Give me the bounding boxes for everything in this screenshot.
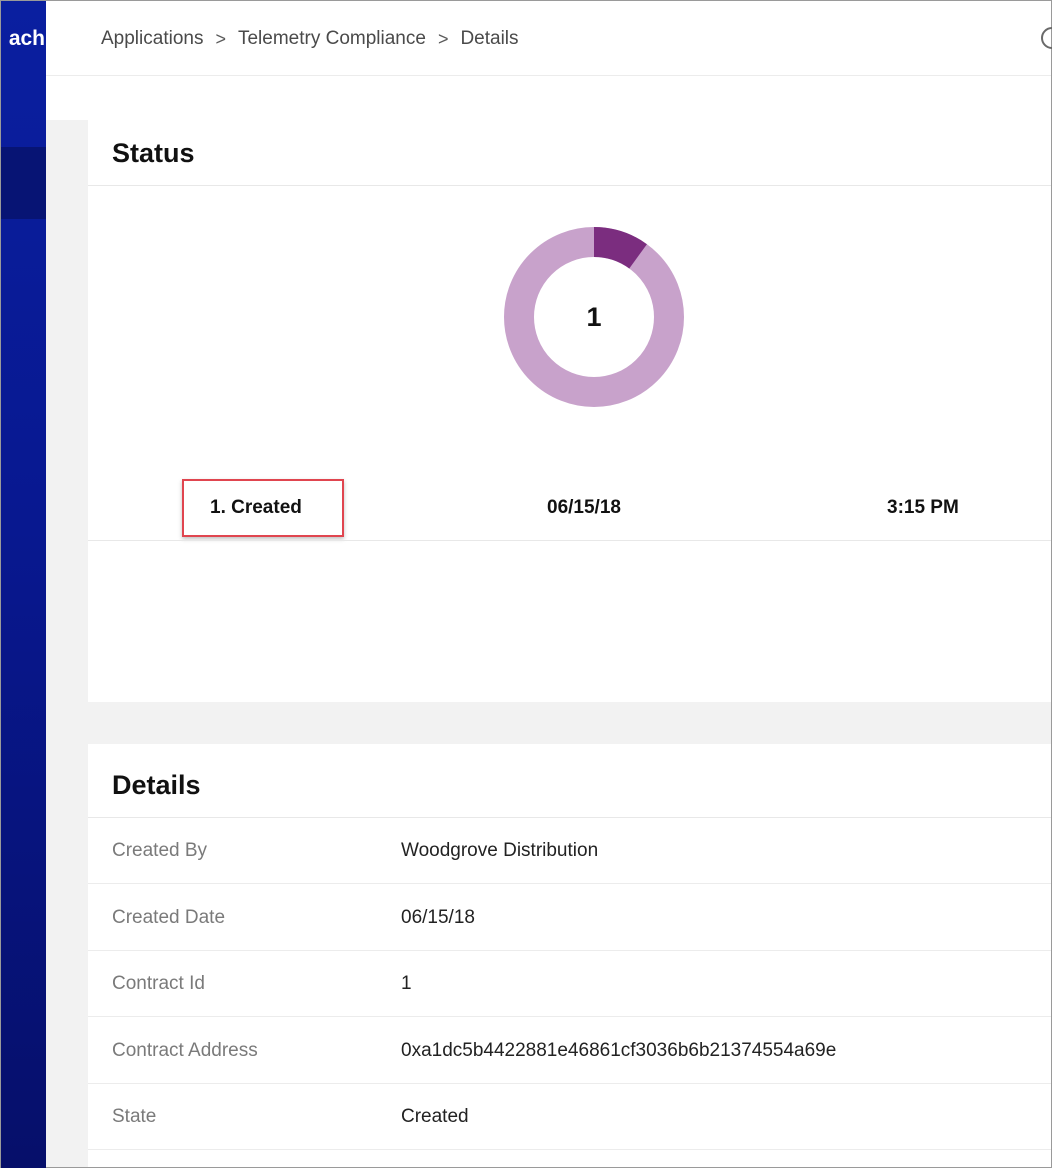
- detail-value: Woodgrove Distribution: [401, 840, 599, 861]
- detail-row-created-by: Created By Woodgrove Distribution: [88, 818, 1051, 884]
- divider: [88, 185, 1051, 186]
- detail-label: Contract Id: [112, 973, 205, 994]
- section-separator: [46, 702, 1051, 744]
- detail-value: Created: [401, 1106, 469, 1127]
- circle-icon[interactable]: [1041, 27, 1052, 49]
- sidebar-item-active[interactable]: [1, 147, 46, 219]
- state-time: 3:15 PM: [887, 497, 959, 518]
- side-navigation: ach: [1, 1, 46, 1168]
- detail-row-contract-address: Contract Address 0xa1dc5b4422881e46861cf…: [88, 1018, 1051, 1084]
- details-card: Details Created By Woodgrove Distributio…: [88, 744, 1051, 1167]
- app-brand[interactable]: ach: [1, 27, 45, 51]
- details-title: Details: [112, 770, 201, 800]
- detail-value: 0xa1dc5b4422881e46861cf3036b6b21374554a6…: [401, 1040, 837, 1061]
- state-label: 1. Created: [210, 497, 302, 518]
- current-state-row: 1. Created 06/15/18 3:15 PM: [88, 479, 1051, 537]
- content-gutter: [46, 120, 88, 1167]
- detail-value: 1: [401, 973, 412, 994]
- breadcrumb-details: Details: [460, 28, 519, 49]
- detail-label: Contract Address: [112, 1040, 258, 1061]
- state-date: 06/15/18: [547, 497, 621, 518]
- chevron-right-icon: >: [437, 28, 449, 49]
- detail-row-contract-id: Contract Id 1: [88, 951, 1051, 1017]
- detail-value: 06/15/18: [401, 907, 475, 928]
- breadcrumb-applications[interactable]: Applications: [101, 28, 203, 50]
- detail-label: Created Date: [112, 907, 226, 928]
- breadcrumb-telemetry-compliance[interactable]: Telemetry Compliance: [238, 28, 426, 50]
- detail-label: State: [112, 1106, 157, 1127]
- detail-row-state: State Created: [88, 1084, 1051, 1150]
- chevron-right-icon: >: [215, 28, 226, 49]
- detail-label: Created By: [112, 840, 208, 861]
- status-title: Status: [112, 138, 195, 168]
- breadcrumb: Applications > Telemetry Compliance > De…: [101, 28, 519, 50]
- detail-row-created-date: Created Date 06/15/18: [88, 885, 1051, 951]
- top-header: Applications > Telemetry Compliance > De…: [46, 1, 1052, 76]
- status-card: Status 1 1. Created 06/15/18 3:15 PM: [88, 120, 1051, 702]
- divider: [88, 540, 1051, 541]
- donut-center-value: 1: [586, 301, 602, 332]
